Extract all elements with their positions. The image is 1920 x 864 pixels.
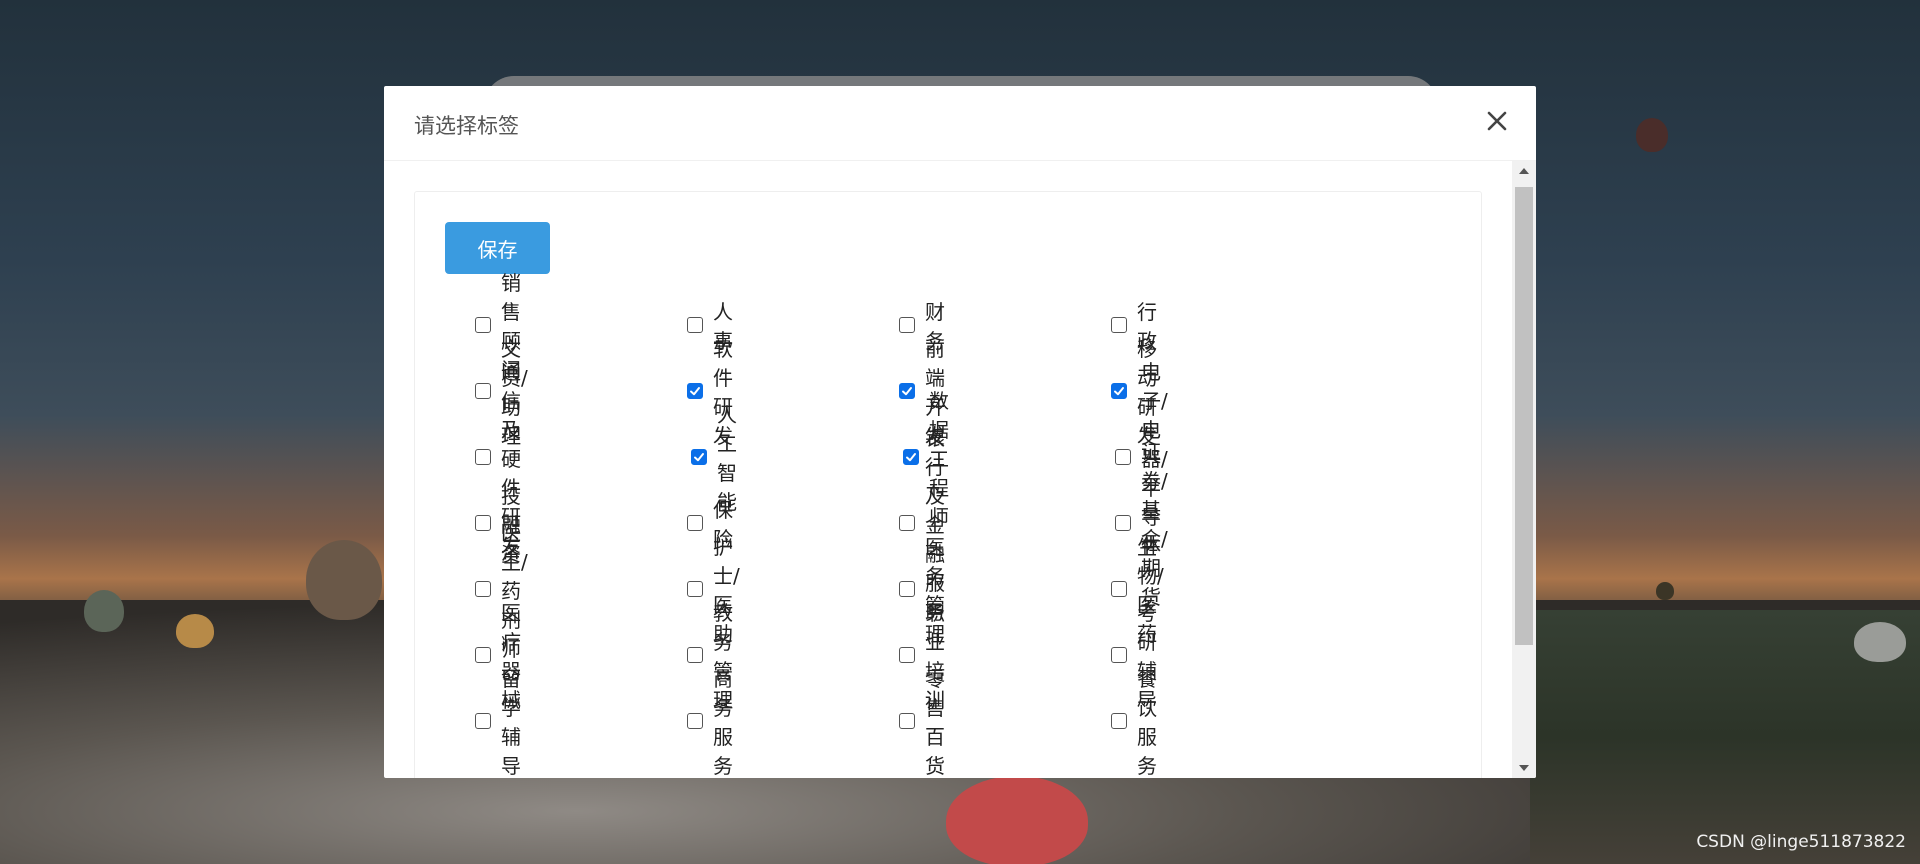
tag-card: 保存 销售顾问 人事 财务 行政 文员/助理 软件研发 前端开发 移动研发 通信及硬件研发 人工智… — [414, 191, 1482, 778]
tag-option[interactable]: 商务服务 — [687, 667, 733, 778]
tag-checkbox[interactable] — [475, 647, 491, 663]
balloon-decoration — [1656, 582, 1674, 600]
tag-checkbox[interactable] — [1115, 515, 1131, 531]
tag-checkbox[interactable] — [1111, 647, 1127, 663]
tag-checkbox[interactable] — [1111, 383, 1127, 399]
tag-checkbox[interactable] — [903, 449, 919, 465]
scroll-thumb[interactable] — [1515, 187, 1533, 645]
tag-checkbox[interactable] — [687, 581, 703, 597]
tag-checkbox[interactable] — [475, 383, 491, 399]
tag-label: 零售百货 — [925, 667, 945, 778]
close-button[interactable] — [1480, 104, 1514, 138]
tag-checkbox[interactable] — [899, 647, 915, 663]
tag-checkbox[interactable] — [1111, 317, 1127, 333]
tag-checkbox[interactable] — [475, 317, 491, 333]
tag-checkbox[interactable] — [475, 713, 491, 729]
tag-checkbox[interactable] — [687, 383, 703, 399]
tag-checkbox[interactable] — [475, 515, 491, 531]
tag-checkbox[interactable] — [691, 449, 707, 465]
tag-option[interactable]: 留学辅导 — [475, 667, 521, 778]
dialog-title: 请选择标签 — [414, 114, 519, 138]
dialog-header: 请选择标签 — [384, 86, 1536, 161]
tag-option[interactable]: 零售百货 — [899, 667, 945, 778]
tag-option[interactable]: 通信及硬件研发 — [475, 360, 521, 558]
balloon-decoration — [306, 540, 382, 620]
watermark: CSDN @linge511873822 — [1696, 832, 1906, 852]
tag-checkbox[interactable] — [475, 449, 491, 465]
triangle-down-icon — [1519, 765, 1529, 771]
scroll-up-button[interactable] — [1512, 161, 1536, 181]
tag-label: 留学辅导 — [501, 667, 521, 778]
tag-checkbox[interactable] — [899, 713, 915, 729]
tag-checkbox[interactable] — [899, 515, 915, 531]
tag-select-dialog: 请选择标签 保存 销售顾问 人事 财务 行政 文员/助理 软件研发 前端开发 移动研发 通信及硬… — [384, 86, 1536, 778]
tag-label: 餐饮服务 — [1137, 667, 1157, 778]
balloon-decoration — [946, 776, 1088, 864]
tag-checkbox[interactable] — [1115, 449, 1131, 465]
checkmark-icon — [906, 453, 916, 462]
tag-checkbox[interactable] — [899, 581, 915, 597]
balloon-decoration — [1636, 118, 1668, 152]
save-button[interactable]: 保存 — [445, 222, 550, 274]
checkmark-icon — [1114, 387, 1124, 396]
dialog-body: 保存 销售顾问 人事 财务 行政 文员/助理 软件研发 前端开发 移动研发 通信及硬件研发 人工智… — [384, 161, 1512, 778]
tag-checkbox[interactable] — [899, 383, 915, 399]
checkmark-icon — [690, 387, 700, 396]
tag-checkbox[interactable] — [1111, 713, 1127, 729]
tag-label: 商务服务 — [713, 667, 733, 778]
tag-checkbox[interactable] — [899, 317, 915, 333]
tag-checkbox[interactable] — [687, 647, 703, 663]
tag-checkbox[interactable] — [687, 713, 703, 729]
tag-checkbox[interactable] — [475, 581, 491, 597]
balloon-decoration — [84, 590, 124, 632]
triangle-up-icon — [1519, 168, 1529, 174]
tag-checkbox[interactable] — [1111, 581, 1127, 597]
balloon-decoration — [176, 614, 214, 648]
checkmark-icon — [694, 453, 704, 462]
tag-checkbox[interactable] — [687, 317, 703, 333]
scroll-down-button[interactable] — [1512, 758, 1536, 778]
tag-option[interactable]: 餐饮服务 — [1111, 667, 1157, 778]
tag-checkbox[interactable] — [687, 515, 703, 531]
checkmark-icon — [902, 387, 912, 396]
close-icon — [1487, 111, 1507, 131]
balloon-decoration — [1854, 622, 1906, 662]
vertical-scrollbar[interactable] — [1512, 161, 1536, 778]
tag-option[interactable]: 人工智能 — [691, 403, 737, 514]
